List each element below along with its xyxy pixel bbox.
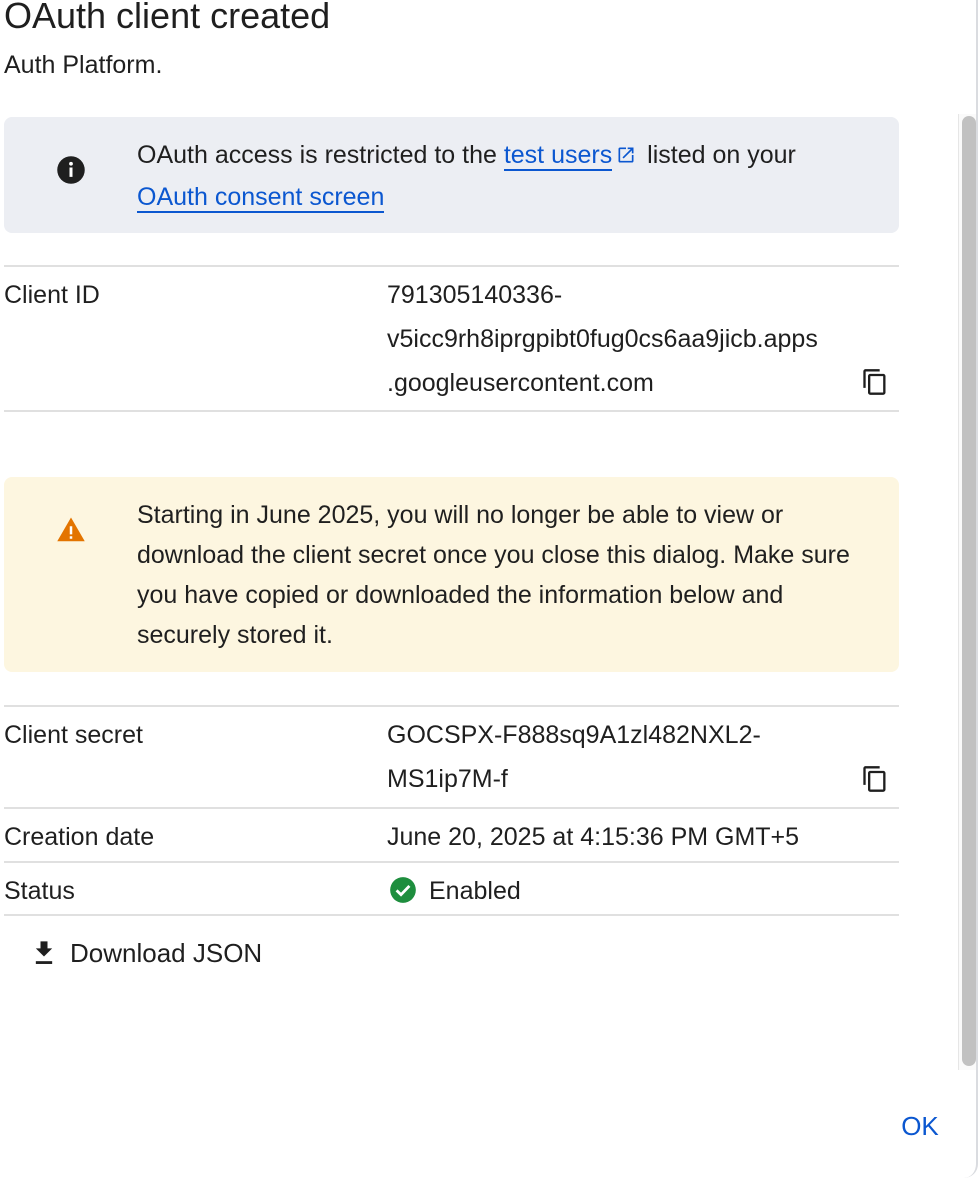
copy-icon bbox=[863, 766, 886, 792]
creation-date-label: Creation date bbox=[4, 823, 155, 851]
copy-icon bbox=[863, 369, 886, 395]
scrollbar-thumb[interactable] bbox=[962, 116, 976, 1066]
download-json-label: Download JSON bbox=[70, 937, 263, 968]
client-secret-line: MS1ip7M-f bbox=[387, 765, 508, 793]
info-icon bbox=[56, 155, 86, 185]
consent-screen-link[interactable]: OAuth consent screen bbox=[137, 183, 385, 213]
dialog-description-fragment: Auth Platform. bbox=[4, 51, 163, 79]
copy-client-secret-button[interactable] bbox=[861, 764, 889, 794]
client-secret-line: GOCSPX-F888sq9A1zl482NXL2- bbox=[387, 721, 761, 749]
oauth-client-dialog: OAuth client created Auth Platform. OAut… bbox=[0, 0, 978, 1178]
external-link-icon bbox=[616, 137, 636, 177]
info-banner-text: OAuth access is restricted to the bbox=[137, 141, 504, 169]
client-id-line: .googleusercontent.com bbox=[387, 369, 654, 397]
ok-button[interactable]: OK bbox=[880, 1104, 960, 1148]
dialog-title: OAuth client created bbox=[4, 0, 331, 36]
warning-banner: Starting in June 2025, you will no longe… bbox=[4, 477, 899, 672]
dialog-content: OAuth client created Auth Platform. OAut… bbox=[0, 0, 958, 1080]
client-secret-row: Client secret GOCSPX-F888sq9A1zl482NXL2-… bbox=[4, 705, 899, 807]
status-row: Status Enabled bbox=[4, 861, 899, 915]
client-id-line: v5icc9rh8iprgpibt0fug0cs6aa9jicb.apps bbox=[387, 325, 818, 353]
client-secret-label: Client secret bbox=[4, 721, 143, 749]
warning-icon bbox=[56, 515, 86, 545]
info-banner: OAuth access is restricted to the test u… bbox=[4, 117, 899, 233]
status-value: Enabled bbox=[387, 869, 897, 918]
status-label: Status bbox=[4, 877, 75, 905]
divider bbox=[4, 410, 899, 412]
client-secret-value[interactable]: GOCSPX-F888sq9A1zl482NXL2- MS1ip7M-f bbox=[387, 713, 897, 801]
client-id-line: 791305140336- bbox=[387, 281, 563, 309]
copy-client-id-button[interactable] bbox=[861, 367, 889, 397]
divider bbox=[4, 914, 899, 916]
check-circle-icon bbox=[389, 874, 417, 918]
info-banner-text-continued: listed on your bbox=[640, 141, 796, 169]
scrollbar[interactable] bbox=[958, 114, 976, 1070]
client-id-row: Client ID 791305140336- v5icc9rh8iprgpib… bbox=[4, 265, 899, 411]
test-users-link[interactable]: test users bbox=[503, 141, 613, 171]
download-json-button[interactable]: Download JSON bbox=[30, 930, 262, 976]
warning-banner-text: Starting in June 2025, you will no longe… bbox=[137, 501, 850, 649]
client-id-value[interactable]: 791305140336- v5icc9rh8iprgpibt0fug0cs6a… bbox=[387, 273, 897, 405]
creation-date-row: Creation date June 20, 2025 at 4:15:36 P… bbox=[4, 807, 899, 861]
status-text: Enabled bbox=[429, 877, 521, 905]
creation-date-value: June 20, 2025 at 4:15:36 PM GMT+5 bbox=[387, 823, 800, 851]
download-icon bbox=[35, 941, 53, 964]
client-id-label: Client ID bbox=[4, 281, 100, 309]
